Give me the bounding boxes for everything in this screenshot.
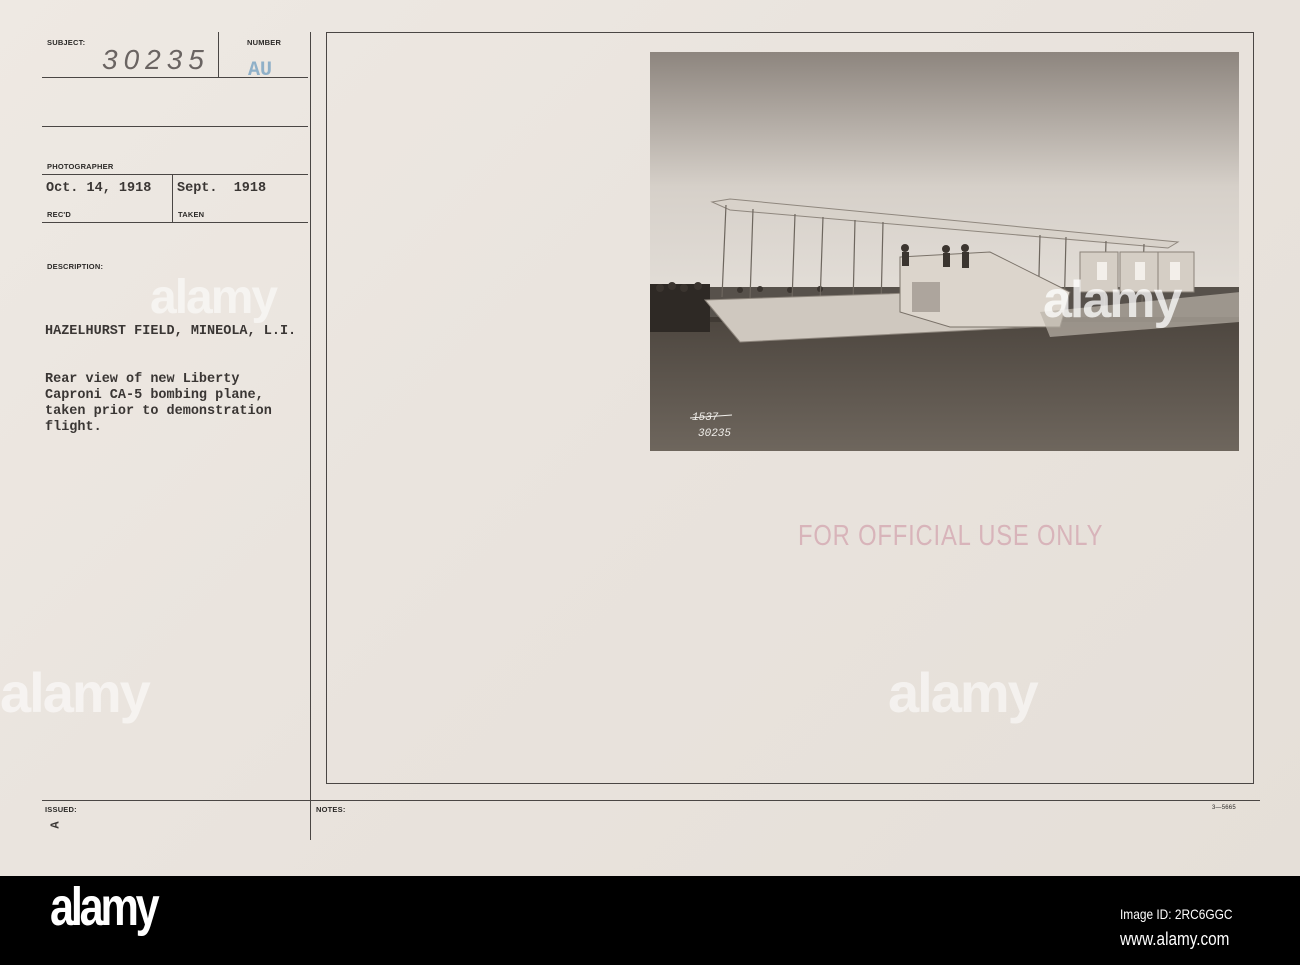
issued-mark: A (48, 821, 63, 829)
description-line: flight. (45, 420, 102, 435)
form-number: 3—5665 (1212, 805, 1236, 811)
description-text: Rear view of new Liberty Caproni CA-5 bo… (45, 372, 272, 436)
divider (172, 175, 173, 222)
biplane-photo-image: 1537 30235 (650, 52, 1240, 451)
recd-date: Oct. 14, 1918 (46, 181, 152, 196)
taken-date: Sept. 1918 (177, 181, 267, 196)
photographer-label: PHOTOGRAPHER (47, 162, 114, 171)
image-id: Image ID: 2RC6GGC (1120, 906, 1233, 922)
description-line: taken prior to demonstration (45, 404, 272, 419)
watermark-logo: alamy (888, 661, 1039, 724)
location-text: HAZELHURST FIELD, MINEOLA, L.I. (45, 324, 297, 339)
alamy-logo: alamy (50, 877, 160, 937)
recd-label: REC'D (47, 210, 72, 219)
divider (310, 32, 311, 840)
official-use-stamp: FOR OFFICIAL USE ONLY (798, 520, 1104, 552)
issued-label: ISSUED: (45, 805, 77, 814)
watermark-logo: alamy (0, 661, 151, 724)
description-line: Caproni CA-5 bombing plane, (45, 388, 264, 403)
divider (42, 800, 1260, 801)
description-line: Rear view of new Liberty (45, 372, 240, 387)
subject-label: SUBJECT: (47, 38, 86, 47)
photo-record-card: SUBJECT: NUMBER 30235 AU PHOTOGRAPHER Oc… (0, 0, 1300, 876)
divider (42, 174, 308, 175)
watermark-logo: alamy (1043, 271, 1182, 329)
description-label: DESCRIPTION: (47, 262, 104, 271)
photo-subject-number: 30235 (698, 428, 731, 440)
alamy-footer: alamy Image ID: 2RC6GGC www.alamy.com (0, 876, 1300, 965)
taken-label: TAKEN (178, 210, 205, 219)
divider (42, 222, 308, 223)
watermark-logo: alamy (150, 271, 278, 324)
subject-number: 30235 (102, 44, 210, 75)
notes-label: NOTES: (316, 805, 346, 814)
number-label: NUMBER (247, 38, 282, 47)
divider (42, 126, 308, 127)
photograph-caproni-biplane: 1537 30235 (650, 52, 1240, 451)
number-stamp: AU (248, 59, 273, 82)
alamy-url[interactable]: www.alamy.com (1120, 929, 1229, 950)
divider (218, 32, 219, 77)
